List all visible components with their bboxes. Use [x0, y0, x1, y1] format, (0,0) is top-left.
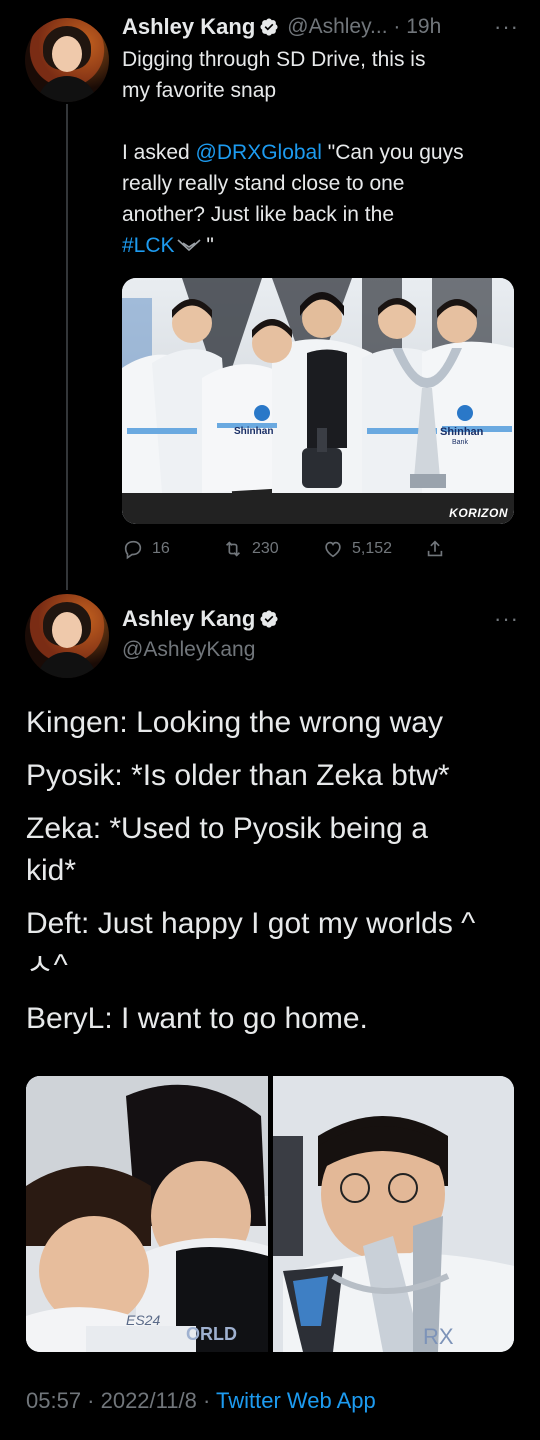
share-icon: [427, 540, 443, 557]
tweet-photo-right[interactable]: RX: [273, 1076, 514, 1352]
tweet-line: #LCK ": [122, 234, 214, 257]
tweet-header: Ashley Kang: [122, 606, 279, 632]
sponsor-text: Shinhan: [440, 426, 484, 438]
tweet-line: I asked @DRXGlobal "Can you guys: [122, 141, 464, 164]
tweet-body: Digging through SD Drive, this is my fav…: [122, 44, 522, 261]
author-name[interactable]: Ashley Kang: [122, 606, 255, 632]
team-photo-image: [122, 278, 514, 524]
heart-icon: [325, 541, 341, 558]
tweet-line: BeryL: I want to go home.: [26, 1002, 368, 1035]
players-closeup-image: [26, 1076, 268, 1352]
more-options-button[interactable]: ···: [494, 14, 519, 40]
tweet-line: Deft: Just happy I got my worlds ^: [26, 907, 476, 940]
retweet-icon: [225, 541, 241, 557]
tweet-line: ㅅ^: [26, 949, 68, 982]
share-button[interactable]: [424, 538, 446, 560]
tweet-line: another? Just like back in the: [122, 203, 394, 226]
jersey-text: ES24: [126, 1312, 161, 1328]
tweet-line: Kingen: Looking the wrong way: [26, 706, 443, 739]
verified-badge-icon: [260, 610, 278, 628]
like-button[interactable]: 5,152: [322, 538, 392, 560]
verified-badge-icon: [260, 18, 278, 36]
more-options-button[interactable]: ···: [494, 606, 519, 632]
sponsor-text: Shinhan: [234, 426, 274, 437]
player-with-trophy-image: [273, 1076, 514, 1352]
tweet-line: Zeka: *Used to Pyosik being a: [26, 812, 428, 845]
tweet-timestamp: 05:57 · 2022/11/8 · Twitter Web App: [26, 1388, 376, 1414]
tweet-line: kid*: [26, 854, 77, 887]
retweet-count: 230: [252, 540, 279, 557]
tweet-line: my favorite snap: [122, 79, 277, 102]
shirt-text: ORLD: [186, 1324, 237, 1344]
tweet-line: Digging through SD Drive, this is: [122, 48, 426, 71]
tweet-photo-left[interactable]: ES24 ORLD: [26, 1076, 268, 1352]
author-name[interactable]: Ashley Kang: [122, 14, 255, 40]
source-app-link[interactable]: Twitter Web App: [216, 1388, 376, 1413]
tweet-photo[interactable]: Shinhan Shinhan Bank KORIZON: [122, 278, 514, 524]
tweet-line: really really stand close to one: [122, 172, 405, 195]
lck-hashflag-icon: [176, 239, 201, 252]
tweet-line: Pyosik: *Is older than Zeka btw*: [26, 759, 450, 792]
reply-icon: [124, 540, 142, 560]
shirt-text: RX: [423, 1324, 454, 1349]
reply-button[interactable]: 16: [122, 538, 170, 560]
reply-count: 16: [152, 540, 170, 557]
avatar[interactable]: [25, 18, 109, 102]
mention-link[interactable]: @DRXGlobal: [196, 141, 322, 164]
avatar[interactable]: [25, 594, 109, 678]
sponsor-sub-text: Bank: [452, 439, 468, 446]
retweet-button[interactable]: 230: [222, 538, 279, 560]
tweet-header: Ashley Kang @Ashley... · 19h: [122, 14, 441, 40]
thread-line: [66, 104, 68, 590]
timestamp-text[interactable]: 05:57 · 2022/11/8 ·: [26, 1388, 216, 1413]
tweet-body: Kingen: Looking the wrong way Pyosik: *I…: [26, 702, 526, 1040]
author-handle[interactable]: @AshleyKang: [122, 638, 255, 662]
hashtag-link[interactable]: #LCK: [122, 234, 175, 257]
photo-watermark: KORIZON: [449, 506, 508, 520]
author-handle-time[interactable]: @Ashley... · 19h: [287, 15, 441, 39]
like-count: 5,152: [352, 540, 393, 557]
